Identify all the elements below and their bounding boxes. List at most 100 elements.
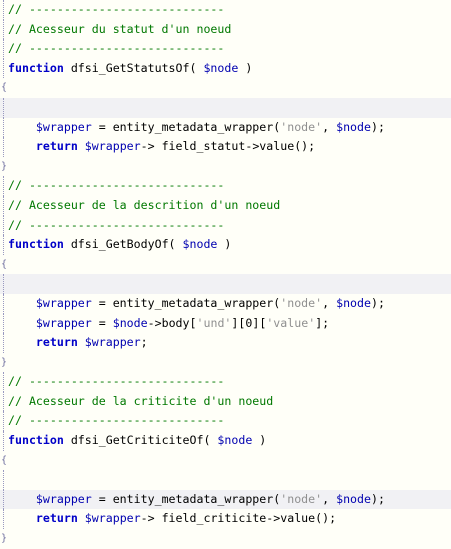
fold-guide	[3, 489, 4, 510]
code-token-punct: )	[217, 237, 232, 252]
code-token-fn: = entity_metadata_wrapper(	[91, 491, 281, 506]
code-token-var: $wrapper	[84, 139, 141, 154]
code-token-fn: dfsi_GetBodyOf(	[63, 237, 183, 252]
code-token-var: $node	[217, 433, 253, 448]
code-token-kw: function	[8, 237, 64, 252]
code-token-fn: dfsi_GetCriticiteOf(	[63, 433, 218, 448]
code-token-var: $node	[203, 60, 239, 75]
code-line[interactable]: // Acesseur de la criticite d'un noeud	[0, 391, 451, 412]
code-token-comment: // Acesseur du statut d'un noeud	[8, 21, 232, 36]
fold-open-marker[interactable]: {	[0, 78, 7, 98]
code-token-kw: function	[8, 60, 64, 75]
code-line[interactable]: function dfsi_GetCriticiteOf( $node )	[0, 431, 451, 451]
code-token-fn: = entity_metadata_wrapper(	[91, 119, 281, 134]
code-token-str: 'value'	[266, 315, 316, 330]
code-token-comment: // ----------------------------	[8, 41, 225, 56]
code-line[interactable]: {	[0, 451, 451, 471]
code-token-comment: // Acesseur de la criticite d'un noeud	[8, 393, 274, 408]
code-token-comment: // ----------------------------	[8, 413, 225, 428]
code-line[interactable]: }	[0, 529, 451, 549]
code-line[interactable]: function dfsi_GetBodyOf( $node )	[0, 235, 451, 255]
code-line[interactable]: return $wrapper-> field_statut->value();	[0, 137, 451, 157]
code-token-punct: ,	[322, 295, 337, 310]
code-line[interactable]: // ----------------------------	[0, 411, 451, 432]
code-token-punct	[78, 335, 85, 349]
fold-guide	[3, 391, 4, 412]
code-line[interactable]: // Acesseur du statut d'un noeud	[0, 19, 451, 40]
code-token-comment: // ----------------------------	[8, 217, 225, 232]
code-token-punct: );	[371, 295, 385, 310]
code-token-fn: ->body[	[147, 315, 197, 330]
code-line[interactable]: {	[0, 255, 451, 275]
fold-guide	[3, 137, 4, 157]
code-token-punct	[8, 139, 36, 153]
fold-guide	[3, 274, 4, 294]
fold-close-marker[interactable]: }	[0, 353, 7, 373]
code-line[interactable]: $wrapper = entity_metadata_wrapper('node…	[0, 117, 451, 138]
fold-guide	[3, 431, 4, 451]
code-line[interactable]	[0, 274, 451, 294]
code-token-comment: // Acesseur de la descrition d'un noeud	[8, 197, 281, 212]
code-token-punct: ;	[140, 335, 148, 350]
code-token-var: $node	[336, 119, 371, 134]
fold-guide	[3, 235, 4, 255]
fold-open-marker[interactable]: {	[0, 451, 7, 471]
code-token-fn: -> field_criticite->value();	[140, 511, 337, 526]
code-line[interactable]: // ----------------------------	[0, 39, 451, 59]
fold-guide	[3, 293, 4, 314]
code-token-punct: );	[371, 491, 385, 506]
code-token-var: $wrapper	[84, 335, 141, 350]
code-token-fn: = entity_metadata_wrapper(	[91, 295, 281, 310]
fold-close-marker[interactable]: }	[0, 157, 7, 177]
code-token-punct	[8, 296, 36, 310]
code-token-var: $node	[336, 491, 371, 506]
code-token-var: $wrapper	[84, 511, 141, 526]
code-line[interactable]	[0, 97, 451, 118]
code-token-kw: function	[8, 433, 64, 448]
code-token-comment: // ----------------------------	[8, 374, 225, 389]
code-token-var: $wrapper	[35, 315, 92, 330]
code-line[interactable]: // ----------------------------	[0, 176, 451, 196]
code-line[interactable]: // ----------------------------	[0, 215, 451, 236]
code-line[interactable]: }	[0, 157, 451, 177]
code-line[interactable]: // ----------------------------	[0, 0, 451, 20]
code-token-punct	[8, 335, 36, 349]
fold-guide	[3, 58, 4, 79]
fold-close-marker[interactable]: }	[0, 529, 7, 549]
code-line[interactable]: }	[0, 353, 451, 373]
fold-guide	[3, 195, 4, 216]
code-token-punct: ,	[322, 119, 337, 134]
code-line[interactable]: $wrapper = $node->body['und'][0]['value'…	[0, 313, 451, 334]
fold-guide	[3, 0, 4, 20]
fold-guide	[3, 372, 4, 392]
code-token-punct	[8, 120, 36, 134]
fold-guide	[3, 215, 4, 236]
code-line[interactable]: function dfsi_GetStatutsOf( $node )	[0, 58, 451, 79]
code-token-var: $wrapper	[35, 491, 92, 506]
fold-guide	[3, 411, 4, 432]
code-line[interactable]: $wrapper = entity_metadata_wrapper('node…	[0, 489, 451, 510]
code-line[interactable]	[0, 470, 451, 490]
code-token-punct: =	[91, 315, 113, 330]
code-editor[interactable]: // ---------------------------- // Acesse…	[0, 0, 451, 544]
code-token-comment: // ----------------------------	[8, 178, 225, 193]
code-line[interactable]: $wrapper = entity_metadata_wrapper('node…	[0, 293, 451, 314]
fold-guide	[3, 313, 4, 334]
code-token-kw: return	[35, 511, 78, 526]
code-token-fn: dfsi_GetStatutsOf(	[63, 60, 204, 75]
fold-open-marker[interactable]: {	[0, 255, 7, 275]
fold-guide	[3, 117, 4, 138]
code-token-var: $wrapper	[35, 295, 92, 310]
code-line[interactable]: return $wrapper;	[0, 333, 451, 353]
code-token-comment: // ----------------------------	[8, 2, 225, 16]
code-token-var: $node	[112, 315, 148, 330]
code-line[interactable]: // Acesseur de la descrition d'un noeud	[0, 195, 451, 216]
fold-guide	[3, 97, 4, 118]
code-line[interactable]: return $wrapper-> field_criticite->value…	[0, 509, 451, 530]
code-line[interactable]: {	[0, 78, 451, 98]
code-line[interactable]: // ----------------------------	[0, 372, 451, 392]
fold-guide	[3, 176, 4, 196]
code-token-punct	[8, 511, 36, 525]
code-token-punct: );	[371, 119, 385, 134]
code-token-fn: -> field_statut->value();	[140, 139, 316, 154]
